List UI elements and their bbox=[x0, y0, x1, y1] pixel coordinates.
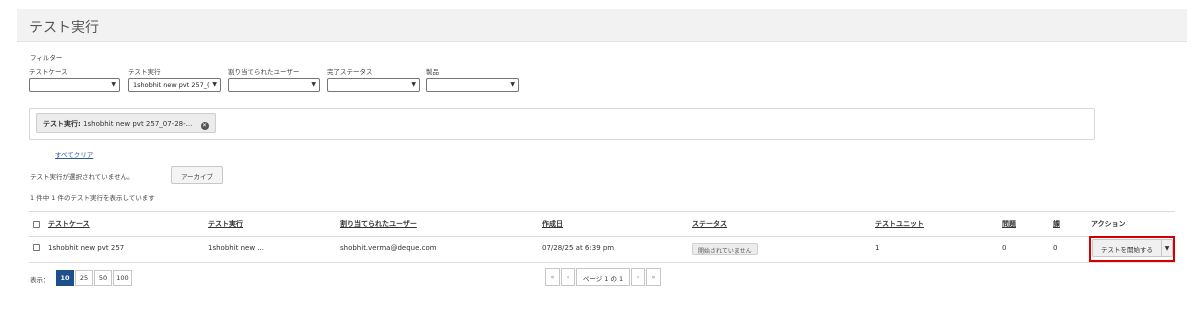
row-comments: 0 bbox=[1053, 244, 1058, 252]
remove-chip-icon[interactable]: ✕ bbox=[200, 122, 209, 130]
last-page-button[interactable]: » bbox=[646, 268, 661, 286]
column-header-test-unit[interactable]: テストユニット bbox=[875, 219, 924, 229]
filters-label: フィルター bbox=[30, 54, 63, 62]
filter-assigned-user-select[interactable]: ▼ bbox=[228, 78, 320, 92]
page-size-50[interactable]: 50 bbox=[94, 270, 112, 286]
table-header-divider bbox=[29, 236, 1175, 237]
filter-product-select[interactable]: ▼ bbox=[426, 78, 519, 92]
chevron-down-icon: ▼ bbox=[212, 81, 217, 88]
page-size-100[interactable]: 100 bbox=[113, 270, 132, 286]
results-count-text: 1 件中 1 件のテスト実行を表示しています bbox=[30, 194, 155, 202]
chevron-down-icon: ▼ bbox=[510, 81, 515, 88]
chevron-down-icon: ▼ bbox=[411, 81, 416, 88]
row-test-run: 1shobhit new ... bbox=[208, 244, 264, 252]
column-header-created[interactable]: 作成日 bbox=[542, 219, 563, 229]
selection-status-text: テスト実行が選択されていません。 bbox=[30, 173, 134, 181]
prev-page-button[interactable]: ‹ bbox=[561, 268, 575, 286]
filter-chip: テスト実行: 1shobhit new pvt 257_07-28-... ✕ bbox=[36, 113, 216, 133]
filter-test-case-select[interactable]: ▼ bbox=[29, 78, 120, 92]
chevron-down-icon: ▼ bbox=[111, 81, 116, 88]
row-checkbox[interactable] bbox=[33, 244, 40, 251]
chevron-down-icon[interactable]: ▼ bbox=[1162, 239, 1173, 257]
column-header-status[interactable]: ステータス bbox=[692, 219, 727, 229]
row-created: 07/28/25 at 6:39 pm bbox=[542, 244, 615, 252]
table-bottom-divider bbox=[29, 262, 1175, 263]
row-test-case: 1shobhit new pvt 257 bbox=[48, 244, 125, 252]
select-all-checkbox[interactable] bbox=[33, 221, 40, 228]
page-title: テスト実行 bbox=[29, 20, 99, 36]
start-test-button[interactable]: テストを開始する bbox=[1092, 239, 1162, 257]
filter-completion-status-label: 完了ステータス bbox=[327, 68, 373, 76]
status-badge: 開始されていません bbox=[692, 243, 758, 255]
first-page-button[interactable]: « bbox=[545, 268, 560, 286]
column-header-issues[interactable]: 問題 bbox=[1002, 219, 1016, 229]
filter-chip-key: テスト実行: bbox=[43, 120, 81, 128]
filter-test-run-label: テスト実行 bbox=[128, 68, 161, 76]
clear-all-link[interactable]: すべてクリア bbox=[55, 149, 93, 159]
filter-chip-value: 1shobhit new pvt 257_07-28-... bbox=[83, 120, 193, 128]
column-header-test-run[interactable]: テスト実行 bbox=[208, 219, 243, 229]
filter-test-run-value: 1shobhit new pvt 257_( bbox=[133, 81, 210, 89]
filter-completion-status-select[interactable]: ▼ bbox=[327, 78, 420, 92]
active-filters-box: テスト実行: 1shobhit new pvt 257_07-28-... ✕ bbox=[29, 108, 1095, 140]
page-size-label: 表示： bbox=[30, 276, 50, 284]
row-issues: 0 bbox=[1002, 244, 1007, 252]
filter-assigned-user-label: 割り当てられたユーザー bbox=[228, 68, 300, 76]
filter-product-label: 製品 bbox=[426, 68, 439, 76]
column-header-test-case[interactable]: テストケース bbox=[48, 219, 90, 229]
page-size-10[interactable]: 10 bbox=[56, 270, 74, 286]
filter-test-case-label: テストケース bbox=[29, 68, 68, 76]
chevron-down-icon: ▼ bbox=[311, 81, 316, 88]
filter-test-run-select[interactable]: 1shobhit new pvt 257_( ▼ bbox=[128, 78, 221, 92]
archive-button[interactable]: アーカイブ bbox=[171, 166, 223, 184]
row-assigned-user: shobhit.verma@deque.com bbox=[340, 244, 437, 252]
column-header-actions: アクション bbox=[1091, 220, 1126, 228]
column-header-comments[interactable]: 課 bbox=[1053, 219, 1060, 229]
column-header-assigned-user[interactable]: 割り当てられたユーザー bbox=[340, 219, 417, 229]
page-size-25[interactable]: 25 bbox=[75, 270, 93, 286]
next-page-button[interactable]: › bbox=[631, 268, 645, 286]
page-header: テスト実行 bbox=[17, 9, 1187, 42]
page-indicator: ページ 1 の 1 bbox=[576, 268, 630, 286]
table-top-divider bbox=[29, 211, 1175, 212]
row-test-unit: 1 bbox=[875, 244, 880, 252]
